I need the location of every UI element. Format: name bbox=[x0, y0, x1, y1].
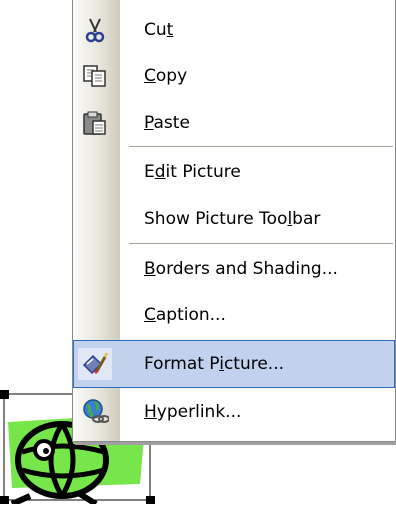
menu-item-format-picture[interactable]: Format Picture... bbox=[73, 340, 395, 388]
menu-item-label: Cut bbox=[144, 20, 174, 40]
menu-item-borders-and-shading[interactable]: Borders and Shading... bbox=[73, 245, 395, 293]
menu-item-label: Format Picture... bbox=[144, 354, 285, 374]
menu-item-label: Show Picture Toolbar bbox=[144, 209, 321, 229]
menu-item-label: Edit Picture bbox=[144, 162, 241, 182]
menu-item-label: Hyperlink... bbox=[144, 402, 242, 422]
menu-separator bbox=[129, 243, 393, 244]
menu-item-caption[interactable]: Caption... bbox=[73, 291, 395, 339]
scissors-icon bbox=[78, 14, 112, 46]
menu-item-label: Caption... bbox=[144, 305, 226, 325]
menu-item-label: Borders and Shading... bbox=[144, 259, 338, 279]
format-picture-icon bbox=[78, 348, 112, 380]
context-menu: Cut Copy Paste Edit Picture Show Picture… bbox=[72, 0, 396, 442]
menu-item-copy[interactable]: Copy bbox=[73, 52, 395, 100]
hyperlink-icon bbox=[78, 396, 112, 428]
menu-item-edit-picture[interactable]: Edit Picture bbox=[73, 148, 395, 196]
menu-item-show-picture-toolbar[interactable]: Show Picture Toolbar bbox=[73, 195, 395, 243]
menu-item-hyperlink[interactable]: Hyperlink... bbox=[73, 388, 395, 436]
menu-item-label: Paste bbox=[144, 113, 190, 133]
menu-separator bbox=[129, 146, 393, 147]
menu-item-cut[interactable]: Cut bbox=[73, 6, 395, 54]
copy-icon bbox=[78, 60, 112, 92]
menu-item-label: Copy bbox=[144, 66, 188, 86]
menu-item-paste[interactable]: Paste bbox=[73, 99, 395, 147]
paste-icon bbox=[78, 107, 112, 139]
